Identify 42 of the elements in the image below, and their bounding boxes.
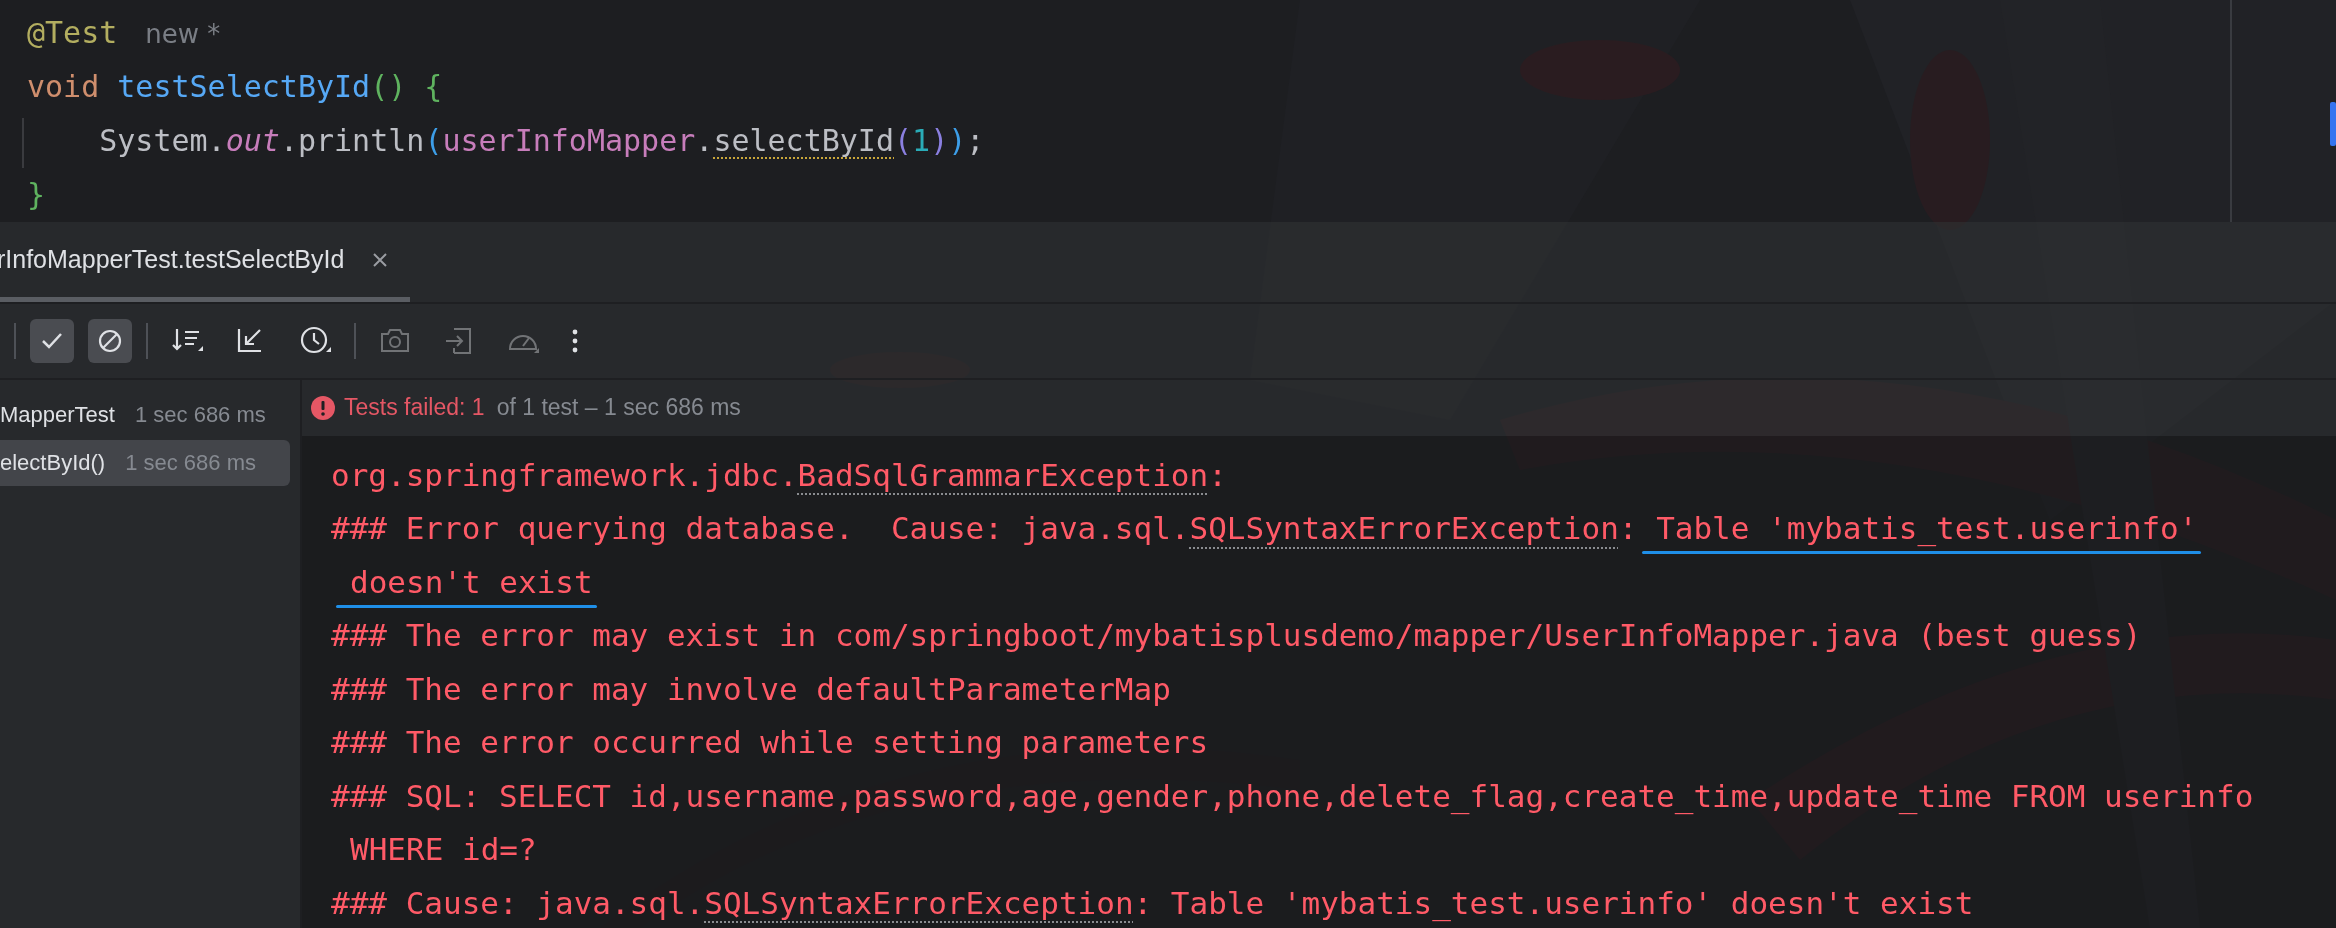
code-token: .println [279, 123, 425, 158]
code-token: } [27, 177, 46, 212]
console-text: ### Cause: java.sql. [331, 884, 705, 921]
code-token: () { [370, 69, 443, 104]
console-text: : [1618, 510, 1639, 546]
console-text: ### The error may exist in com/springboot/mybatisplusdemo/mapper/UserInfoMapper.java (best guess) [331, 617, 2142, 653]
code-token: ) [948, 123, 967, 158]
code-token: ( [894, 123, 913, 158]
console-text: org.springframework.jdbc. [331, 456, 798, 493]
tests-failed-text: Tests failed: 1 [344, 394, 485, 422]
code-token: void [27, 69, 101, 104]
console-link[interactable]: BadSqlGrammarException [797, 456, 1209, 493]
test-summary-text: of 1 test – 1 sec 686 ms [496, 394, 741, 422]
console-text: ### Error querying database. Cause: java.sql. [331, 510, 1190, 546]
console-text: : [1208, 456, 1227, 493]
console-text: Table 'mybatis_test.userinfo' [1656, 510, 2198, 546]
code-token: 1 [912, 123, 931, 158]
console-text: ### The error may involve defaultParameterMap [331, 670, 1171, 707]
show-ignored-button[interactable] [88, 319, 132, 363]
code-token: userInfoMapper [442, 123, 696, 158]
show-passed-button[interactable] [30, 319, 74, 363]
code-token: ; [966, 123, 985, 158]
error-icon [310, 394, 336, 421]
tree-item[interactable]: electById() 1 sec 686 ms [0, 440, 290, 486]
code-token: ( [424, 123, 443, 158]
code-token: selectById [713, 123, 894, 158]
console-link[interactable]: SQLSyntaxErrorException [1189, 510, 1619, 546]
console-text: WHERE id=? [350, 831, 537, 867]
console-text: : Table 'mybatis_test.userinfo' doesn't exist [1133, 884, 1974, 921]
code-token: System. [98, 123, 226, 158]
tree-item[interactable]: MapperTest 1 sec 686 ms [0, 392, 290, 438]
console-text: doesn't exist [350, 563, 593, 600]
code-token: @Test [27, 15, 118, 50]
scrollbar-marker [2330, 102, 2336, 146]
code-token: ) [930, 123, 949, 158]
code-token: out [225, 123, 280, 158]
code-token: testSelectById [117, 69, 371, 104]
console-link[interactable]: SQLSyntaxErrorException [704, 884, 1134, 921]
console-text: ### SQL: SELECT id,username,password,age,gender,phone,delete_flag,create_time,update_time FROM userinfo [331, 777, 2254, 814]
code-token: new * [145, 19, 221, 49]
code-token: . [695, 123, 714, 158]
console-text: ### The error occurred while setting parameters [331, 724, 1209, 760]
